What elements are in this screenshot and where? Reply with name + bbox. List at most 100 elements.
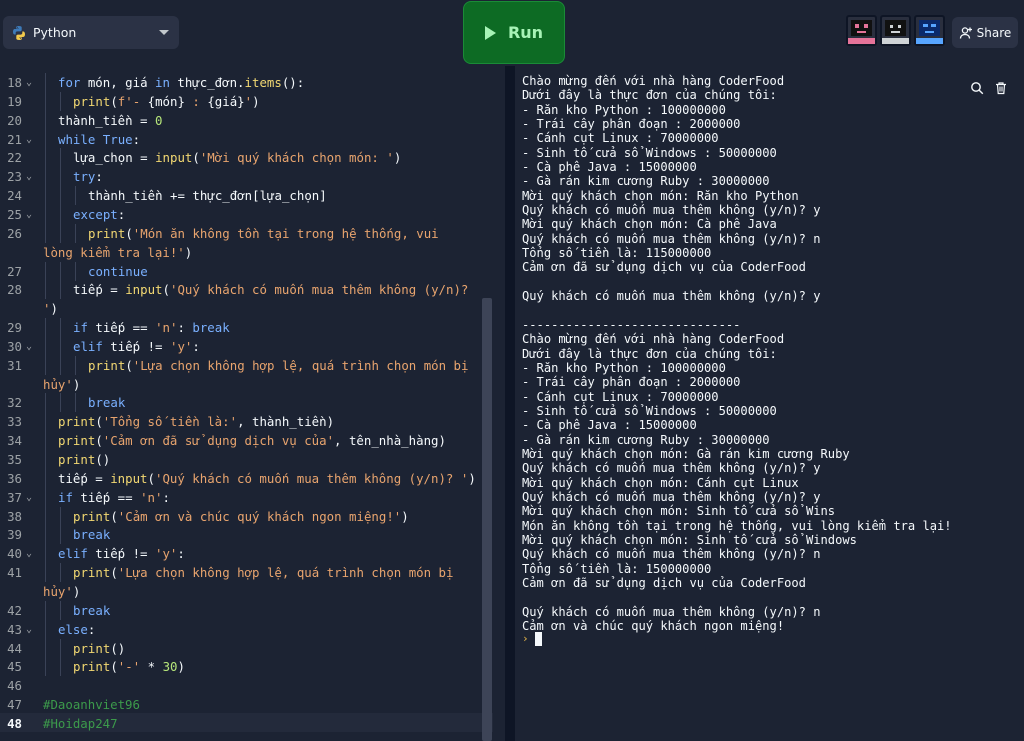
code-line[interactable]: 21 ⌄ while True: [0, 129, 493, 149]
code-token: print [73, 640, 111, 656]
code-line[interactable]: 24 thành_tiền += thực_đơn[lựa_chọn] [0, 186, 493, 206]
code-line[interactable]: 44 print() [0, 638, 493, 658]
code-line[interactable]: 41 print('Lựa chọn không hợp lệ, quá trìn… [0, 563, 493, 583]
code-line[interactable]: hủy') [0, 582, 493, 601]
code-text: elif tiếp != 'y': [73, 337, 200, 356]
console-line: - Răn kho Python : 100000000 [522, 360, 726, 375]
code-line[interactable]: 39 break [0, 525, 493, 545]
line-number: 31 [7, 357, 22, 373]
console-line: Mời quý khách chọn món: Răn kho Python [522, 188, 799, 203]
code-token: 'Quý khách có muốn mua thêm không (y/n)?… [155, 470, 469, 486]
code-line[interactable]: 30 ⌄ elif tiếp != 'y': [0, 336, 493, 356]
indent-guide [45, 412, 46, 432]
line-number: 19 [7, 93, 22, 109]
code-text: print('Cảm ơn và chúc quý khách ngon miệ… [73, 507, 409, 526]
code-token: ( [95, 433, 103, 449]
console-pane[interactable]: Chào mừng đến với nhà hàng CoderFood Dưới… [515, 66, 1024, 741]
indent-guide [60, 336, 61, 356]
code-token: , tên_nhà_hàng) [334, 433, 446, 449]
line-number: 32 [7, 395, 22, 411]
console-prompt[interactable]: › [522, 631, 542, 646]
search-icon [971, 82, 984, 95]
pane-divider[interactable] [505, 66, 515, 741]
line-number: 41 [7, 565, 22, 581]
avatar[interactable] [846, 15, 877, 46]
code-line[interactable]: 20 thành_tiền = 0 [0, 110, 493, 130]
indent-guide [45, 638, 46, 658]
code-line[interactable]: 40 ⌄ elif tiếp != 'y': [0, 544, 493, 564]
code-line[interactable]: 18 ⌄ for món, giá in thực_đơn.items(): [0, 73, 493, 92]
fold-chevron-icon[interactable]: ⌄ [26, 544, 32, 563]
code-line[interactable]: 33 print('Tổng số tiền là:', thành_tiền) [0, 412, 493, 432]
code-line[interactable]: 38 print('Cảm ơn và chúc quý khách ngon m… [0, 506, 493, 526]
fold-chevron-icon[interactable]: ⌄ [26, 488, 32, 507]
code-line[interactable]: 27 continue [0, 261, 493, 281]
avatar[interactable] [914, 15, 945, 46]
code-text: thành_tiền = 0 [58, 111, 162, 130]
fold-chevron-icon[interactable]: ⌄ [26, 205, 32, 224]
code-line[interactable]: 32 break [0, 393, 493, 413]
line-number: 18 [7, 75, 22, 90]
code-text: break [88, 393, 125, 412]
code-line[interactable]: 37 ⌄ if tiếp == 'n': [0, 487, 493, 507]
code-line[interactable]: 26 print('Món ăn không tồn tại trong hệ t… [0, 223, 493, 243]
line-number: 42 [7, 602, 22, 618]
code-text: if tiếp == 'n': [58, 488, 170, 507]
clear-console-button[interactable] [991, 78, 1011, 98]
code-line[interactable]: 46 [0, 676, 493, 695]
code-token: print [73, 565, 111, 581]
code-token: tiếp == [72, 489, 141, 505]
line-number: 38 [7, 508, 22, 524]
code-line[interactable]: ') [0, 299, 493, 318]
code-text: thành_tiền += thực_đơn[lựa_chọn] [88, 186, 327, 205]
code-line[interactable]: 45 print('-' * 30) [0, 657, 493, 677]
code-line[interactable]: 43 ⌄ else: [0, 619, 493, 639]
language-select[interactable]: Python [3, 16, 179, 49]
indent-guide [60, 186, 61, 206]
code-line[interactable]: 22 lựa_chọn = input('Mời quý khách chọn m… [0, 148, 493, 168]
code-token: print [73, 93, 111, 109]
code-line[interactable]: 42 break [0, 600, 493, 620]
indent-guide [75, 223, 76, 243]
indent-guide [45, 280, 46, 300]
code-line[interactable]: hủy') [0, 375, 493, 394]
code-token: ) [72, 376, 81, 392]
fold-chevron-icon[interactable]: ⌄ [26, 73, 32, 92]
fold-chevron-icon[interactable]: ⌄ [26, 337, 32, 356]
language-label: Python [33, 25, 77, 40]
code-token: input [155, 150, 193, 166]
code-line[interactable]: lòng kiểm tra lại!') [0, 243, 493, 262]
code-line[interactable]: 31 print('Lựa chọn không hợp lệ, quá trìn… [0, 355, 493, 375]
run-button[interactable]: Run [463, 1, 565, 64]
code-line[interactable]: 19 print(f'- {món} : {giá}') [0, 91, 493, 111]
code-line[interactable]: 36 tiếp = input('Quý khách có muốn mua th… [0, 468, 493, 488]
code-text: if tiếp == 'n': break [73, 318, 230, 337]
fold-chevron-icon[interactable]: ⌄ [26, 167, 32, 186]
code-token: while [58, 131, 96, 147]
indent-guide [45, 393, 46, 413]
code-token: True [102, 131, 133, 147]
share-button[interactable]: Share [952, 17, 1018, 48]
code-line[interactable]: 25 ⌄ except: [0, 204, 493, 224]
line-number: 27 [7, 263, 22, 279]
code-token: 'Tổng số tiền là:' [102, 414, 238, 430]
editor-scrollbar[interactable] [482, 298, 492, 741]
console-line: Quý khách có muốn mua thêm không (y/n)? … [522, 461, 821, 476]
search-button[interactable] [967, 78, 987, 98]
code-token: tiếp == [87, 320, 156, 336]
code-line[interactable]: 28 tiếp = input('Quý khách có muốn mua th… [0, 280, 493, 300]
fold-chevron-icon[interactable]: ⌄ [26, 620, 32, 639]
indent-guide [45, 468, 46, 488]
code-line[interactable]: 48 #Hoidap247 [0, 714, 493, 733]
code-line[interactable]: 34 print('Cảm ơn đã sử dụng dịch vụ của',… [0, 431, 493, 451]
fold-chevron-icon[interactable]: ⌄ [26, 130, 32, 149]
code-line[interactable]: 47 #Daoanhviet96 [0, 695, 493, 714]
code-line[interactable]: 29 if tiếp == 'n': break [0, 318, 493, 338]
code-editor[interactable]: 18 ⌄ for món, giá in thực_đơn.items(): 19 pr… [0, 66, 505, 741]
code-line[interactable]: 35 print() [0, 450, 493, 469]
code-line[interactable]: 23 ⌄ try: [0, 167, 493, 187]
avatar[interactable] [880, 15, 911, 46]
indent-guide [60, 318, 61, 338]
code-token: print [73, 508, 111, 524]
indent-guide [45, 110, 46, 130]
